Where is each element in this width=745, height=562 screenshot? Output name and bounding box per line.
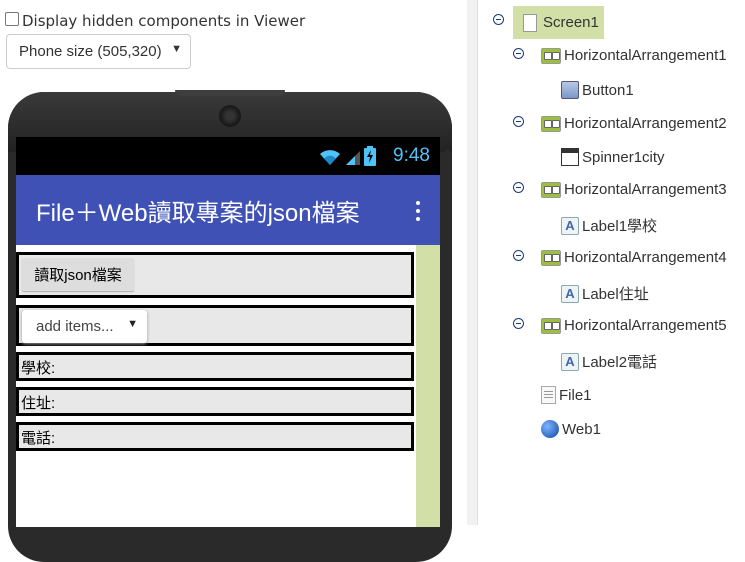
- collapse-icon[interactable]: [513, 116, 524, 127]
- horizontal-arrangement-icon: [541, 47, 561, 64]
- button-icon: [561, 81, 579, 99]
- horizontal-arrangement-icon: [541, 115, 561, 132]
- horizontal-arrangement-icon: [541, 181, 561, 198]
- tree-node-button1[interactable]: Button1: [561, 81, 634, 99]
- label-icon: A: [561, 216, 579, 235]
- collapse-icon[interactable]: [513, 48, 524, 59]
- spinner-icon: [561, 148, 579, 166]
- collapse-icon[interactable]: [513, 250, 524, 261]
- file-icon: [541, 386, 556, 404]
- horizontal-arrangement-icon: [541, 249, 561, 266]
- tree-node-web1[interactable]: Web1: [541, 420, 601, 438]
- tree-node-spinner1city[interactable]: Spinner1city: [561, 148, 665, 166]
- label-icon: A: [561, 284, 579, 303]
- collapse-icon[interactable]: [513, 182, 524, 193]
- tree-node-harr2[interactable]: HorizontalArrangement2: [541, 115, 727, 132]
- collapse-icon[interactable]: [493, 14, 504, 25]
- horizontal-arrangement-icon: [541, 317, 561, 334]
- screen-icon: [523, 13, 537, 32]
- tree-node-harr4[interactable]: HorizontalArrangement4: [541, 249, 727, 266]
- tree-node-label1[interactable]: A Label1學校: [561, 215, 657, 236]
- components-tree: Screen1 HorizontalArrangement1 Button1 H…: [0, 0, 745, 525]
- label-icon: A: [561, 352, 579, 371]
- tree-node-harr5[interactable]: HorizontalArrangement5: [541, 317, 727, 334]
- tree-node-file1[interactable]: File1: [541, 386, 592, 404]
- tree-node-label-address[interactable]: A Label住址: [561, 283, 649, 304]
- tree-node-harr3[interactable]: HorizontalArrangement3: [541, 181, 727, 198]
- globe-icon: [541, 420, 559, 438]
- collapse-icon[interactable]: [513, 318, 524, 329]
- tree-node-screen1[interactable]: Screen1: [513, 6, 604, 39]
- tree-node-label2[interactable]: A Label2電話: [561, 351, 657, 372]
- tree-node-harr1[interactable]: HorizontalArrangement1: [541, 47, 727, 64]
